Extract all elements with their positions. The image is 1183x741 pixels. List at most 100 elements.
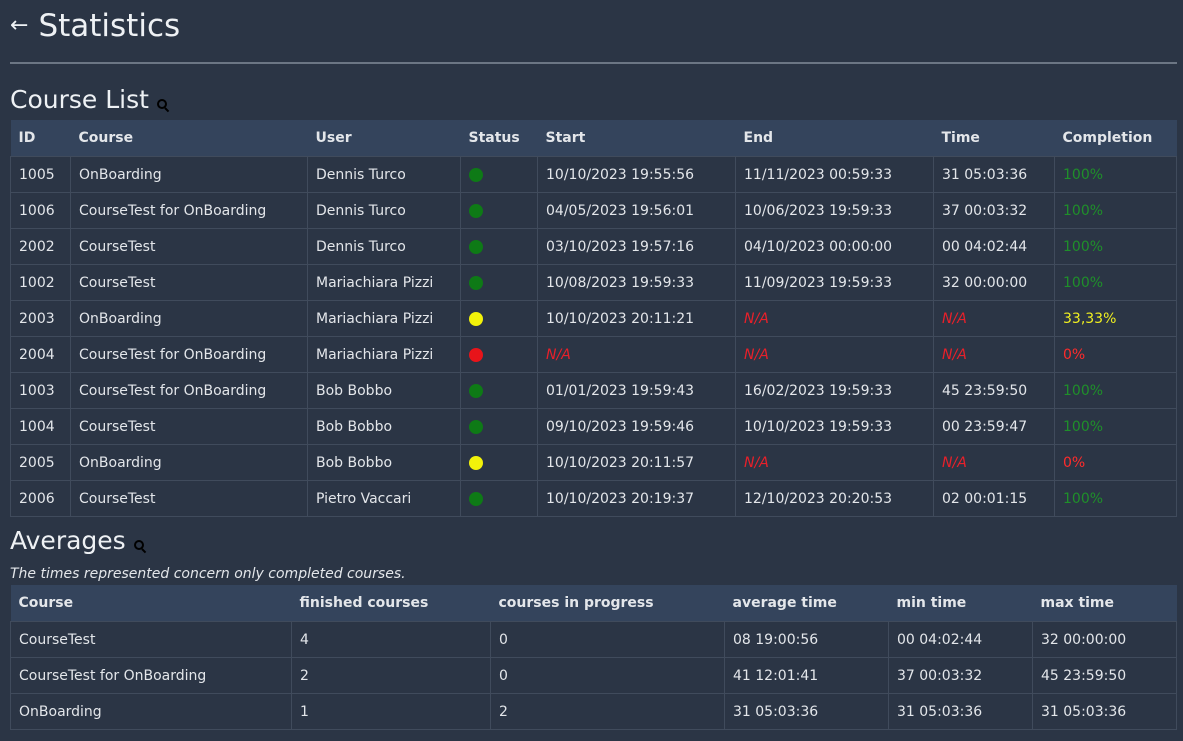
cell-id: 2002 xyxy=(10,228,71,265)
cell-start: 10/10/2023 19:55:56 xyxy=(537,156,736,193)
cell-status xyxy=(460,336,538,373)
cell-course: OnBoarding xyxy=(70,300,308,337)
cell-end: 04/10/2023 00:00:00 xyxy=(735,228,934,265)
arrow-left-icon[interactable]: ← xyxy=(10,15,28,37)
cell-course: CourseTest xyxy=(70,480,308,517)
table-row[interactable]: 2005 OnBoarding Bob Bobbo 10/10/2023 20:11:… xyxy=(10,444,1177,481)
table-row[interactable]: CourseTest for OnBoarding 2 0 41 12:01:41 37… xyxy=(10,657,1177,694)
cell-finished-courses: 4 xyxy=(291,621,491,658)
cell-user: Mariachiara Pizzi xyxy=(307,264,461,301)
cell-end: 11/09/2023 19:59:33 xyxy=(735,264,934,301)
status-dot-icon xyxy=(469,203,483,218)
cell-start: 10/10/2023 20:19:37 xyxy=(537,480,736,517)
cell-time: 02 00:01:15 xyxy=(933,480,1055,517)
cell-end: 10/06/2023 19:59:33 xyxy=(735,192,934,229)
column-header-course[interactable]: Course xyxy=(10,585,292,622)
cell-id: 2003 xyxy=(10,300,71,337)
cell-user: Mariachiara Pizzi xyxy=(307,336,461,373)
column-header-time[interactable]: Time xyxy=(933,120,1055,157)
cell-finished-courses: 1 xyxy=(291,693,491,730)
table-row[interactable]: 1003 CourseTest for OnBoarding Bob Bobbo 01… xyxy=(10,372,1177,409)
column-header-course[interactable]: Course xyxy=(70,120,308,157)
cell-completion: 100% xyxy=(1054,228,1177,265)
cell-user: Bob Bobbo xyxy=(307,444,461,481)
cell-completion: 100% xyxy=(1054,192,1177,229)
cell-user: Dennis Turco xyxy=(307,156,461,193)
cell-min-time: 37 00:03:32 xyxy=(888,657,1033,694)
page-title: Statistics xyxy=(38,8,181,44)
column-header-max-time[interactable]: max time xyxy=(1032,585,1177,622)
cell-course: CourseTest for OnBoarding xyxy=(10,657,292,694)
column-header-status[interactable]: Status xyxy=(460,120,538,157)
cell-user: Mariachiara Pizzi xyxy=(307,300,461,337)
cell-max-time: 45 23:59:50 xyxy=(1032,657,1177,694)
table-row[interactable]: 1005 OnBoarding Dennis Turco 10/10/2023 19:… xyxy=(10,156,1177,193)
cell-status xyxy=(460,408,538,445)
cell-status xyxy=(460,300,538,337)
table-row[interactable]: 1006 CourseTest for OnBoarding Dennis Turc… xyxy=(10,192,1177,229)
cell-average-time: 41 12:01:41 xyxy=(724,657,889,694)
cell-start: 10/10/2023 20:11:21 xyxy=(537,300,736,337)
cell-user: Bob Bobbo xyxy=(307,372,461,409)
cell-time: N/A xyxy=(933,336,1055,373)
cell-average-time: 31 05:03:36 xyxy=(724,693,889,730)
cell-completion: 0% xyxy=(1054,336,1177,373)
table-row[interactable]: OnBoarding 1 2 31 05:03:36 31 05:03:36 31 05:… xyxy=(10,693,1177,730)
table-row[interactable]: 2006 CourseTest Pietro Vaccari 10/10/2023 2… xyxy=(10,480,1177,517)
table-row[interactable]: CourseTest 4 0 08 19:00:56 00 04:02:44 32 00:… xyxy=(10,621,1177,658)
cell-start: N/A xyxy=(537,336,736,373)
column-header-courses-in-progress[interactable]: courses in progress xyxy=(490,585,725,622)
column-header-end[interactable]: End xyxy=(735,120,934,157)
cell-completion: 100% xyxy=(1054,408,1177,445)
status-dot-icon xyxy=(469,455,483,470)
cell-start: 10/08/2023 19:59:33 xyxy=(537,264,736,301)
table-row[interactable]: 2003 OnBoarding Mariachiara Pizzi 10/10/202… xyxy=(10,300,1177,337)
cell-status xyxy=(460,192,538,229)
averages-note: The times represented concern only compl… xyxy=(10,566,406,582)
cell-end: 11/11/2023 00:59:33 xyxy=(735,156,934,193)
status-dot-icon xyxy=(469,383,483,398)
column-header-id[interactable]: ID xyxy=(10,120,71,157)
status-dot-icon xyxy=(469,239,483,254)
cell-id: 1003 xyxy=(10,372,71,409)
table-row[interactable]: 2002 CourseTest Dennis Turco 03/10/2023 19:… xyxy=(10,228,1177,265)
cell-finished-courses: 2 xyxy=(291,657,491,694)
status-dot-icon xyxy=(469,347,483,362)
cell-start: 09/10/2023 19:59:46 xyxy=(537,408,736,445)
cell-status xyxy=(460,228,538,265)
column-header-min-time[interactable]: min time xyxy=(888,585,1033,622)
page-header: ← Statistics xyxy=(10,0,1177,64)
column-header-user[interactable]: User xyxy=(307,120,461,157)
cell-time: 31 05:03:36 xyxy=(933,156,1055,193)
cell-start: 04/05/2023 19:56:01 xyxy=(537,192,736,229)
column-header-completion[interactable]: Completion xyxy=(1054,120,1177,157)
search-icon[interactable] xyxy=(156,99,168,110)
search-icon[interactable] xyxy=(133,540,145,551)
cell-end: N/A xyxy=(735,336,934,373)
averages-body: CourseTest 4 0 08 19:00:56 00 04:02:44 32 00:… xyxy=(10,621,1177,730)
cell-completion: 100% xyxy=(1054,372,1177,409)
cell-time: 45 23:59:50 xyxy=(933,372,1055,409)
cell-course: CourseTest for OnBoarding xyxy=(70,192,308,229)
cell-start: 03/10/2023 19:57:16 xyxy=(537,228,736,265)
table-row[interactable]: 1002 CourseTest Mariachiara Pizzi 10/08/202… xyxy=(10,264,1177,301)
cell-course: CourseTest for OnBoarding xyxy=(70,336,308,373)
table-row[interactable]: 1004 CourseTest Bob Bobbo 09/10/2023 19:59:… xyxy=(10,408,1177,445)
table-row[interactable]: 2004 CourseTest for OnBoarding Mariachiara… xyxy=(10,336,1177,373)
column-header-average-time[interactable]: average time xyxy=(724,585,889,622)
cell-time: N/A xyxy=(933,444,1055,481)
cell-id: 2006 xyxy=(10,480,71,517)
cell-course: OnBoarding xyxy=(10,693,292,730)
cell-course: CourseTest for OnBoarding xyxy=(70,372,308,409)
cell-id: 2005 xyxy=(10,444,71,481)
column-header-finished-courses[interactable]: finished courses xyxy=(291,585,491,622)
column-header-start[interactable]: Start xyxy=(537,120,736,157)
cell-time: 37 00:03:32 xyxy=(933,192,1055,229)
cell-completion: 100% xyxy=(1054,264,1177,301)
averages-table: Course finished courses courses in progr… xyxy=(10,585,1177,730)
cell-status xyxy=(460,264,538,301)
cell-course: CourseTest xyxy=(70,228,308,265)
cell-end: 12/10/2023 20:20:53 xyxy=(735,480,934,517)
cell-id: 1006 xyxy=(10,192,71,229)
cell-completion: 33,33% xyxy=(1054,300,1177,337)
